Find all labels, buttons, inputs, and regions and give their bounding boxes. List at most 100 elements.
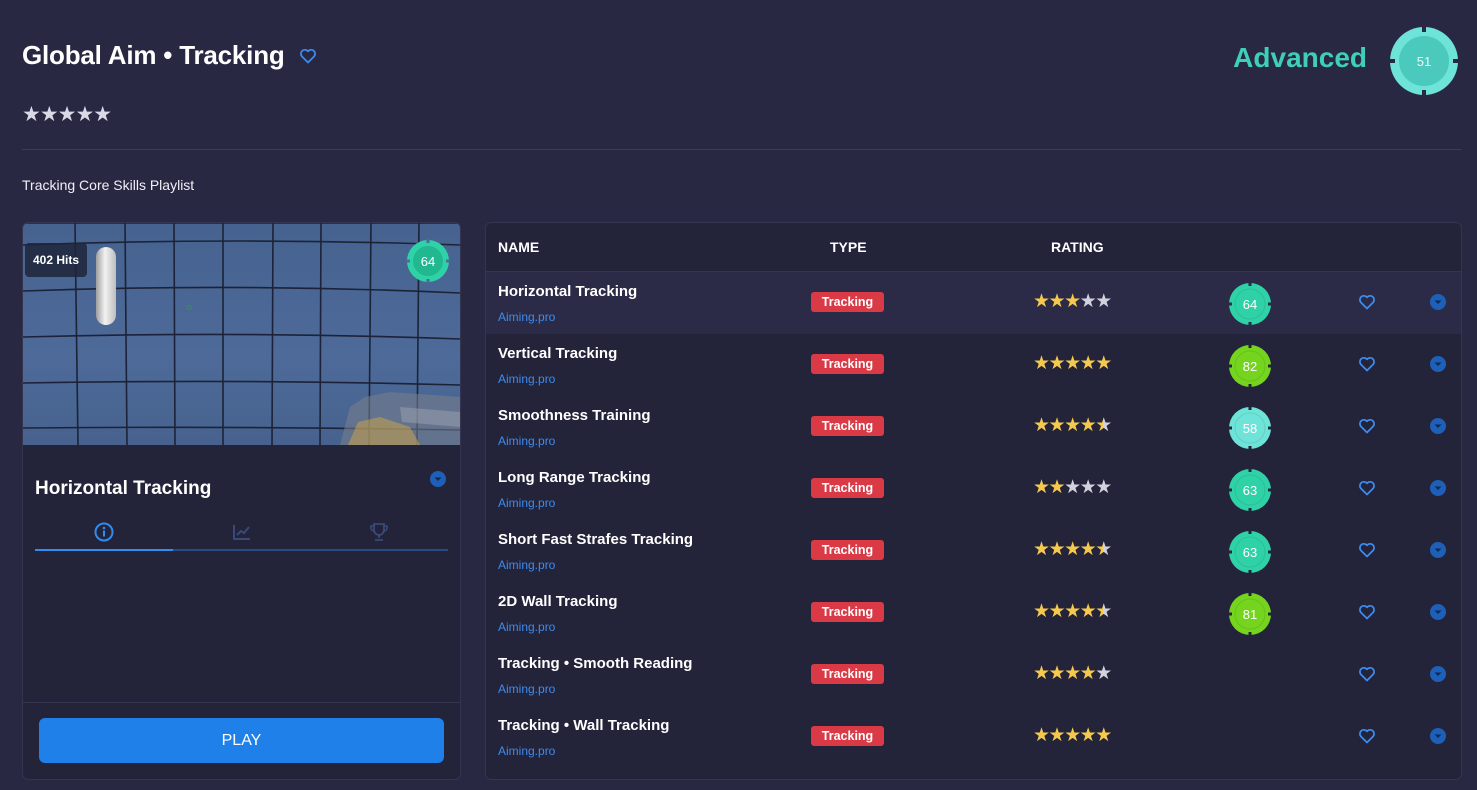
favorite-heart-icon[interactable]: [1358, 666, 1376, 682]
table-row[interactable]: Vertical Tracking Aiming.pro Tracking ★★★★★…: [486, 334, 1461, 396]
scenario-source-link[interactable]: Aiming.pro: [498, 434, 555, 448]
table-row[interactable]: Long Range Tracking Aiming.pro Tracking ★★★…: [486, 458, 1461, 520]
chevron-down-icon[interactable]: [1430, 666, 1446, 682]
table-row[interactable]: Smoothness Training Aiming.pro Tracking ★★★…: [486, 396, 1461, 458]
star-icon: ★: [1079, 539, 1097, 560]
hits-counter: 402 Hits: [25, 243, 88, 277]
scenario-source-link[interactable]: Aiming.pro: [498, 496, 555, 510]
scenario-name[interactable]: 2D Wall Tracking: [498, 593, 617, 610]
favorite-heart-icon[interactable]: [299, 48, 317, 64]
star-icon: ★: [1095, 539, 1112, 560]
scenario-name[interactable]: Short Fast Strafes Tracking: [498, 531, 693, 548]
svg-text:81: 81: [1243, 607, 1257, 622]
trophy-icon: [370, 523, 388, 541]
favorite-heart-icon[interactable]: [1358, 604, 1376, 620]
favorite-heart-icon[interactable]: [1358, 294, 1376, 310]
svg-text:63: 63: [1243, 545, 1257, 560]
table-header: NAME TYPE RATING: [486, 223, 1461, 272]
type-badge: Tracking: [811, 602, 884, 622]
star-icon: ★: [1033, 291, 1050, 312]
scenario-source-link[interactable]: Aiming.pro: [498, 558, 555, 572]
column-header-type[interactable]: TYPE: [830, 239, 867, 255]
target-capsule: [96, 247, 116, 325]
star-icon: ★: [1033, 539, 1050, 560]
star-icon: ★: [1079, 477, 1097, 498]
scenario-name[interactable]: Horizontal Tracking: [498, 283, 637, 300]
star-icon: ★: [1048, 539, 1066, 560]
favorite-heart-icon[interactable]: [1358, 418, 1376, 434]
favorite-heart-icon[interactable]: [1358, 480, 1376, 496]
chevron-down-icon[interactable]: [1430, 294, 1446, 310]
star-icon: ★: [1048, 353, 1066, 374]
chevron-down-icon[interactable]: [1430, 542, 1446, 558]
table-row[interactable]: Tracking • Wall Tracking Aiming.pro Tracki…: [486, 706, 1461, 768]
star-icon: ★: [1048, 601, 1066, 622]
column-header-name[interactable]: NAME: [498, 239, 539, 255]
star-icon: ★: [1033, 601, 1050, 622]
star-icon: ★: [1095, 601, 1112, 622]
svg-text:63: 63: [1243, 483, 1257, 498]
rating-stars[interactable]: ★★★★★: [1033, 662, 1112, 685]
score-badge: 81: [1228, 592, 1272, 636]
skill-level-value: 51: [1417, 54, 1431, 69]
play-button[interactable]: PLAY: [39, 718, 444, 763]
table-row[interactable]: Tracking • Smooth Reading Aiming.pro Track…: [486, 644, 1461, 706]
star-icon: ★: [1048, 415, 1066, 436]
star-icon: ★: [1033, 663, 1050, 684]
rating-stars[interactable]: ★★★★★: [1033, 352, 1112, 375]
rating-stars[interactable]: ★★★★★: [1033, 724, 1112, 747]
score-badge: 64: [1228, 282, 1272, 326]
tab-leaderboard[interactable]: [310, 515, 448, 549]
favorite-heart-icon[interactable]: [1358, 728, 1376, 744]
chevron-down-icon[interactable]: [1430, 418, 1446, 434]
star-icon: ★: [1033, 477, 1050, 498]
rating-stars[interactable]: ★★★★★: [1033, 600, 1112, 623]
chevron-down-icon[interactable]: [1430, 604, 1446, 620]
table-row[interactable]: Horizontal Tracking Aiming.pro Tracking ★★★…: [486, 272, 1461, 334]
table-row[interactable]: 2D Wall Tracking Aiming.pro Tracking ★★★★★ 8…: [486, 582, 1461, 644]
type-badge: Tracking: [811, 664, 884, 684]
scenario-source-link[interactable]: Aiming.pro: [498, 310, 555, 324]
favorite-heart-icon[interactable]: [1358, 542, 1376, 558]
scenario-source-link[interactable]: Aiming.pro: [498, 372, 555, 386]
star-icon: ★: [1095, 415, 1112, 436]
chevron-down-icon[interactable]: [1430, 728, 1446, 744]
star-icon: ★: [1064, 725, 1081, 746]
scenario-name[interactable]: Tracking • Wall Tracking: [498, 717, 669, 734]
chevron-down-icon[interactable]: [1430, 356, 1446, 372]
info-icon: [94, 522, 114, 542]
scenario-source-link[interactable]: Aiming.pro: [498, 620, 555, 634]
scenario-detail-panel: 402 Hits 64 Horizontal Tracking PLAY: [22, 222, 461, 780]
type-badge: Tracking: [811, 726, 884, 746]
rating-stars[interactable]: ★★★★★: [1033, 538, 1112, 561]
scenario-name[interactable]: Tracking • Smooth Reading: [498, 655, 692, 672]
scenario-name[interactable]: Vertical Tracking: [498, 345, 617, 362]
star-icon: ★: [1048, 663, 1066, 684]
chevron-down-icon[interactable]: [430, 471, 446, 487]
tab-info[interactable]: [35, 515, 173, 551]
tab-stats[interactable]: [173, 515, 311, 549]
rating-stars[interactable]: ★★★★★: [1033, 290, 1112, 313]
scenario-name[interactable]: Smoothness Training: [498, 407, 651, 424]
chevron-down-icon[interactable]: [1430, 480, 1446, 496]
star-icon: ★: [1048, 477, 1066, 498]
table-row[interactable]: Short Fast Strafes Tracking Aiming.pro Tra…: [486, 520, 1461, 582]
star-icon: ★: [1064, 663, 1081, 684]
column-header-rating[interactable]: RATING: [1051, 239, 1104, 255]
rating-stars[interactable]: ★★★★★: [1033, 476, 1112, 499]
skill-level-label: Advanced: [1233, 42, 1367, 73]
favorite-heart-icon[interactable]: [1358, 356, 1376, 372]
rating-stars[interactable]: ★★★★★: [1033, 414, 1112, 437]
svg-text:64: 64: [1243, 297, 1257, 312]
star-icon: ★: [1033, 353, 1050, 374]
scenario-name[interactable]: Long Range Tracking: [498, 469, 651, 486]
star-icon: ★: [1079, 291, 1097, 312]
scenario-source-link[interactable]: Aiming.pro: [498, 682, 555, 696]
playlist-rating-stars[interactable]: ★★★★★: [22, 102, 112, 127]
crosshair: [187, 305, 192, 310]
scenario-source-link[interactable]: Aiming.pro: [498, 744, 555, 758]
score-badge: 58: [1228, 406, 1272, 450]
star-icon: ★: [1079, 353, 1097, 374]
type-badge: Tracking: [811, 540, 884, 560]
scenario-preview-image: 402 Hits 64: [23, 223, 460, 445]
